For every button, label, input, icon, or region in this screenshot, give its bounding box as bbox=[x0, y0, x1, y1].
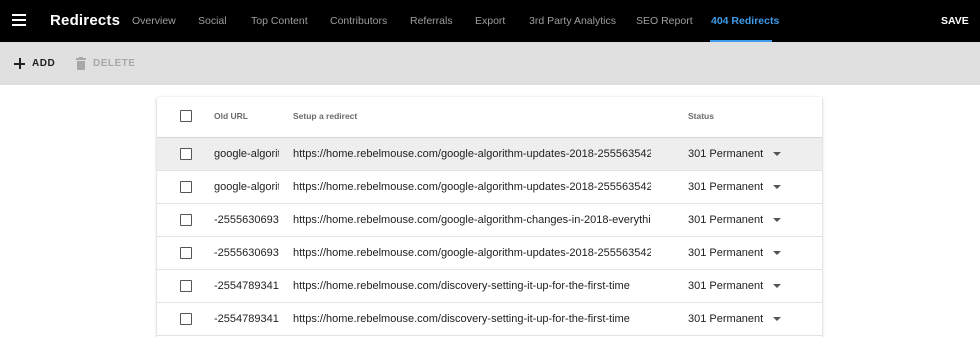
redirect-url-field[interactable]: https://home.rebelmouse.com/discovery-se… bbox=[293, 270, 651, 302]
action-toolbar: ADD DELETE bbox=[0, 42, 980, 85]
row-checkbox[interactable] bbox=[180, 148, 192, 160]
tab-seo-report[interactable]: SEO Report bbox=[636, 15, 693, 27]
top-navigation-bar: Redirects Overview Social Top Content Co… bbox=[0, 0, 980, 42]
row-checkbox[interactable] bbox=[180, 181, 192, 193]
tab-export[interactable]: Export bbox=[475, 15, 505, 27]
old-url-cell: -2555630693 bbox=[214, 214, 279, 226]
table-row[interactable]: -2555630693 https://home.rebelmouse.com/… bbox=[157, 237, 822, 270]
tab-contributors[interactable]: Contributors bbox=[330, 15, 387, 27]
add-button-label: ADD bbox=[32, 58, 56, 69]
table-row[interactable]: -2555630693 https://home.rebelmouse.com/… bbox=[157, 204, 822, 237]
delete-button-label: DELETE bbox=[93, 58, 136, 69]
old-url-cell: -2555630693 bbox=[214, 247, 279, 259]
dropdown-caret-icon[interactable] bbox=[773, 218, 781, 222]
status-select[interactable]: 301 Permanent bbox=[688, 171, 798, 203]
row-checkbox[interactable] bbox=[180, 247, 192, 259]
dropdown-caret-icon[interactable] bbox=[773, 317, 781, 321]
add-button[interactable]: ADD bbox=[14, 42, 55, 85]
redirect-url-field[interactable]: https://home.rebelmouse.com/google-algor… bbox=[293, 138, 651, 170]
plus-icon bbox=[14, 58, 25, 69]
tab-social[interactable]: Social bbox=[198, 15, 227, 27]
hamburger-menu-icon[interactable] bbox=[12, 14, 26, 26]
row-checkbox[interactable] bbox=[180, 313, 192, 325]
status-select[interactable]: 301 Permanent bbox=[688, 138, 798, 170]
redirects-table: Old URL Setup a redirect Status google-a… bbox=[157, 97, 822, 337]
table-row[interactable]: -2554789341 https://home.rebelmouse.com/… bbox=[157, 303, 822, 336]
column-header-old-url[interactable]: Old URL bbox=[214, 111, 248, 121]
table-header: Old URL Setup a redirect Status bbox=[157, 97, 822, 138]
column-header-status[interactable]: Status bbox=[688, 111, 714, 121]
tab-3rd-party-analytics[interactable]: 3rd Party Analytics bbox=[529, 15, 616, 27]
save-button[interactable]: SAVE bbox=[941, 15, 969, 27]
dropdown-caret-icon[interactable] bbox=[773, 185, 781, 189]
tab-overview[interactable]: Overview bbox=[132, 15, 176, 27]
old-url-cell: -2554789341 bbox=[214, 280, 279, 292]
old-url-cell: -2554789341 bbox=[214, 313, 279, 325]
column-header-redirect[interactable]: Setup a redirect bbox=[293, 111, 357, 121]
redirect-url-field[interactable]: https://home.rebelmouse.com/google-algor… bbox=[293, 171, 651, 203]
tab-404-redirects[interactable]: 404 Redirects bbox=[711, 15, 779, 27]
status-select[interactable]: 301 Permanent bbox=[688, 303, 798, 335]
status-select[interactable]: 301 Permanent bbox=[688, 270, 798, 302]
table-row[interactable]: google-algorithm-updates-2018 https://ho… bbox=[157, 138, 822, 171]
old-url-cell: google-algorithm-updates-2018 bbox=[214, 148, 279, 160]
redirect-url-field[interactable]: https://home.rebelmouse.com/google-algor… bbox=[293, 237, 651, 269]
redirect-url-field[interactable]: https://home.rebelmouse.com/discovery-se… bbox=[293, 303, 651, 335]
row-checkbox[interactable] bbox=[180, 214, 192, 226]
table-row[interactable]: -2554789341 https://home.rebelmouse.com/… bbox=[157, 270, 822, 303]
select-all-checkbox[interactable] bbox=[180, 110, 192, 122]
page-title: Redirects bbox=[50, 12, 121, 29]
old-url-cell: google-algorithm-updates-2018 bbox=[214, 181, 279, 193]
status-select[interactable]: 301 Permanent bbox=[688, 204, 798, 236]
tab-top-content[interactable]: Top Content bbox=[251, 15, 308, 27]
row-checkbox[interactable] bbox=[180, 280, 192, 292]
table-row[interactable]: google-algorithm-updates-2018 https://ho… bbox=[157, 171, 822, 204]
redirect-url-field[interactable]: https://home.rebelmouse.com/google-algor… bbox=[293, 204, 651, 236]
dropdown-caret-icon[interactable] bbox=[773, 284, 781, 288]
tab-referrals[interactable]: Referrals bbox=[410, 15, 453, 27]
dropdown-caret-icon[interactable] bbox=[773, 251, 781, 255]
delete-button[interactable]: DELETE bbox=[76, 42, 135, 85]
trash-icon bbox=[76, 57, 86, 70]
dropdown-caret-icon[interactable] bbox=[773, 152, 781, 156]
status-select[interactable]: 301 Permanent bbox=[688, 237, 798, 269]
